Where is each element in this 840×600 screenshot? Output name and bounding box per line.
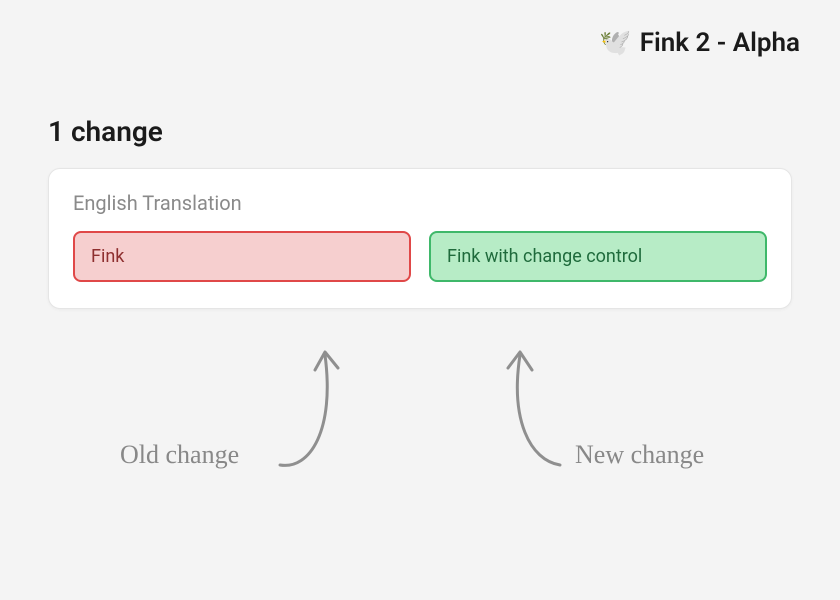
annotation-layer: Old change New change	[0, 330, 840, 580]
app-header: 🕊️ Fink 2 - Alpha	[599, 28, 800, 58]
card-title: English Translation	[73, 191, 767, 215]
app-title: Fink 2 - Alpha	[640, 28, 800, 58]
annotation-old-label: Old change	[120, 440, 239, 470]
annotation-new-label: New change	[575, 440, 704, 470]
bird-icon: 🕊️	[599, 30, 631, 56]
new-value-box: Fink with change control	[429, 231, 767, 282]
old-value-box: Fink	[73, 231, 411, 282]
change-count-heading: 1 change	[48, 115, 163, 148]
translation-card: English Translation Fink Fink with chang…	[48, 168, 792, 309]
change-row: Fink Fink with change control	[73, 231, 767, 282]
